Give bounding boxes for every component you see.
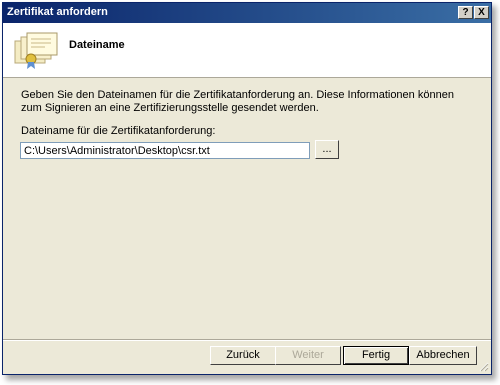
- filename-input[interactable]: [20, 142, 310, 159]
- description-text: Geben Sie den Dateinamen für die Zertifi…: [21, 89, 454, 114]
- finish-button[interactable]: Fertig: [343, 346, 409, 365]
- back-button[interactable]: Zurück: [210, 346, 276, 365]
- dialog-window: Zertifikat anfordern ? X Dateiname Geben…: [2, 2, 492, 375]
- resize-grip-icon[interactable]: [477, 360, 489, 372]
- filename-label: Dateiname für die Zertifikatanforderung:: [21, 125, 216, 137]
- wizard-header: Dateiname: [3, 23, 491, 78]
- window-title: Zertifikat anfordern: [7, 6, 108, 18]
- cancel-button[interactable]: Abbrechen: [409, 346, 477, 365]
- title-bar[interactable]: Zertifikat anfordern ? X: [3, 3, 491, 23]
- help-button[interactable]: ?: [458, 6, 473, 19]
- button-separator: [3, 339, 491, 341]
- page-title: Dateiname: [69, 39, 125, 51]
- close-button[interactable]: X: [474, 6, 489, 19]
- certificate-icon: [14, 32, 58, 69]
- next-button[interactable]: Weiter: [275, 346, 341, 365]
- browse-button[interactable]: ...: [315, 140, 339, 159]
